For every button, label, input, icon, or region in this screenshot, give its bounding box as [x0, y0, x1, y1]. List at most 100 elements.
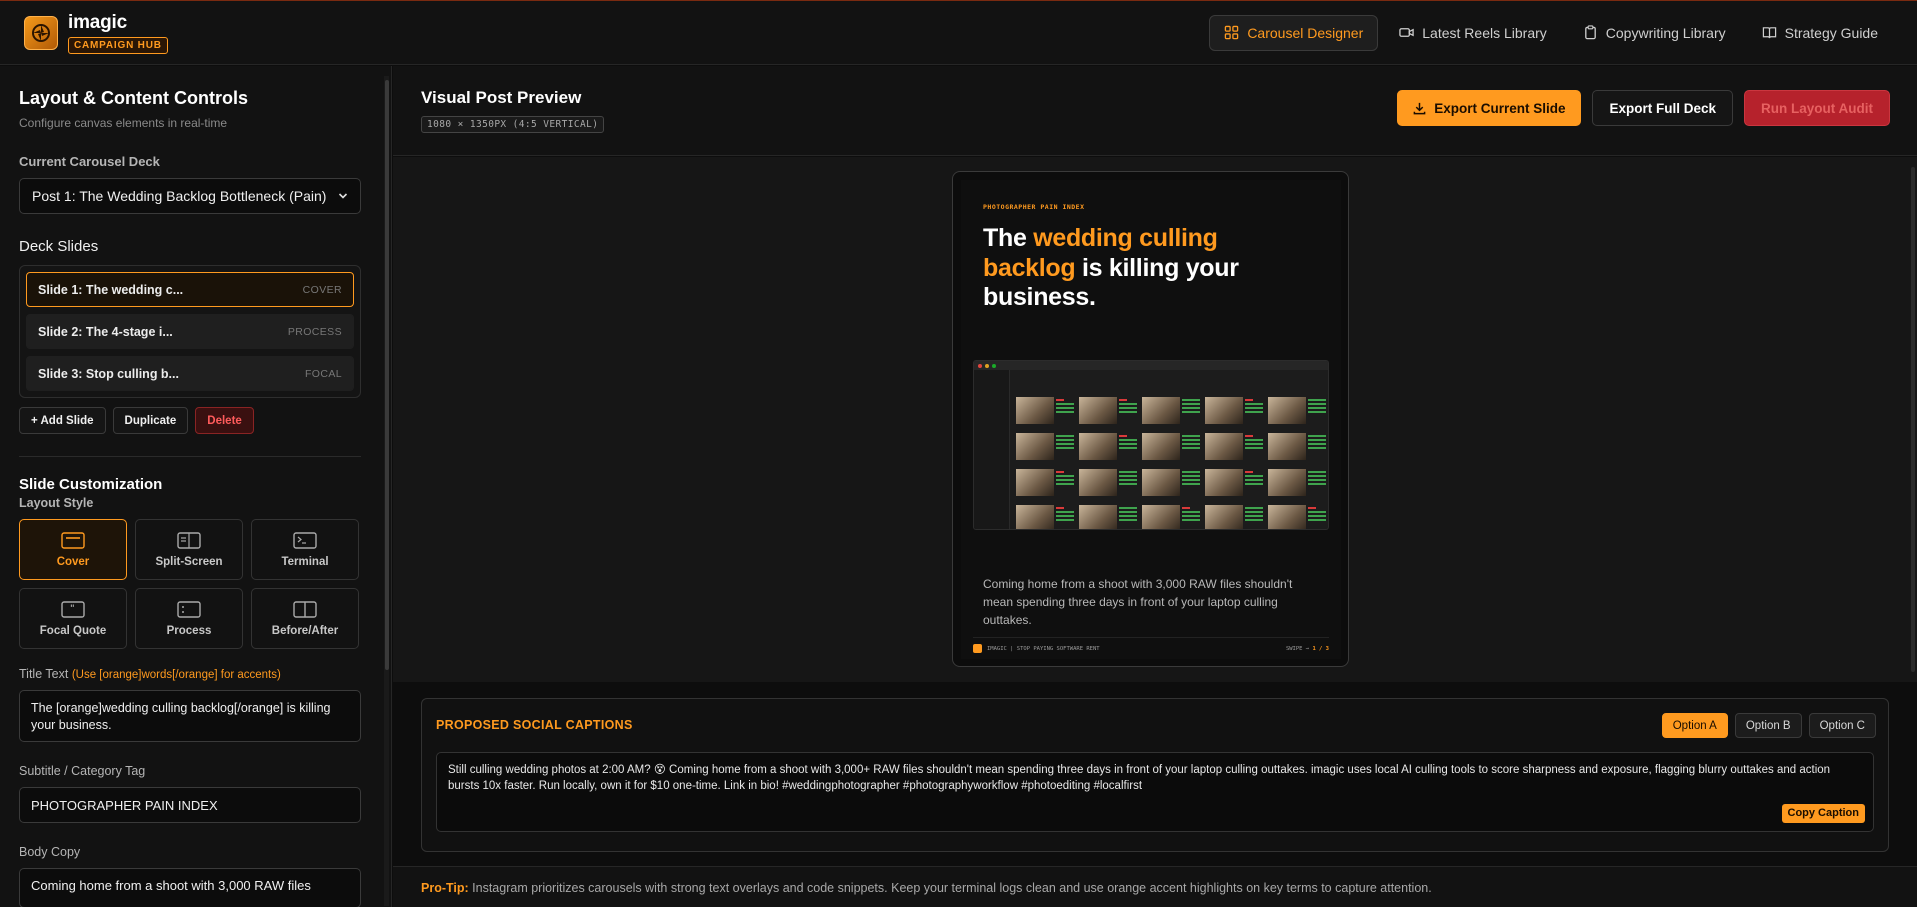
slide-item-1[interactable]: Slide 1: The wedding c... COVER — [26, 272, 354, 307]
layout-style-grid: Cover Split-Screen Terminal " Focal Quot… — [19, 519, 361, 649]
mockup-photo-thumb — [1079, 469, 1139, 496]
title-text-label-text: Title Text — [19, 667, 69, 681]
slide-category-tag: PHOTOGRAPHER PAIN INDEX — [983, 203, 1085, 211]
slide-body-copy: Coming home from a shoot with 3,000 RAW … — [983, 577, 1293, 627]
caption-option-b[interactable]: Option B — [1734, 713, 1802, 738]
app-screenshot-mockup — [973, 360, 1329, 530]
footer-logo-icon — [973, 644, 982, 653]
slide-item-3[interactable]: Slide 3: Stop culling b... FOCAL — [26, 356, 354, 391]
preview-dimensions-badge: 1080 × 1350PX (4:5 VERTICAL) — [421, 116, 605, 133]
pro-tip-bar: Pro-Tip: Instagram prioritizes carousels… — [393, 866, 1917, 907]
mockup-photo-thumb — [1268, 505, 1328, 529]
slides-list: Slide 1: The wedding c... COVER Slide 2:… — [19, 265, 361, 398]
nav-latest-reels-library[interactable]: Latest Reels Library — [1384, 15, 1562, 51]
layout-option-process[interactable]: Process — [135, 588, 243, 649]
layout-option-label: Terminal — [281, 555, 329, 568]
mockup-photo-thumb — [1079, 433, 1139, 460]
slide-footer: IMAGIC | STOP PAYING SOFTWARE RENT SWIPE… — [973, 637, 1329, 653]
nav-label: Strategy Guide — [1784, 24, 1878, 41]
layout-style-label: Layout Style — [19, 496, 94, 510]
nav-label: Latest Reels Library — [1422, 24, 1547, 41]
slide-item-tag: PROCESS — [287, 325, 342, 338]
title-text-label: Title Text (Use [orange]words[/orange] f… — [19, 667, 361, 681]
mockup-photo-thumb — [1142, 505, 1202, 529]
nav-label: Carousel Designer — [1247, 24, 1364, 41]
layout-option-terminal[interactable]: Terminal — [251, 519, 359, 580]
add-slide-button[interactable]: + Add Slide — [19, 407, 106, 434]
nav-strategy-guide[interactable]: Strategy Guide — [1747, 15, 1893, 51]
clipboard-icon — [1584, 25, 1596, 40]
title-text-hint: (Use [orange]words[/orange] for accents) — [71, 669, 281, 681]
slide-preview-frame: PHOTOGRAPHER PAIN INDEX The wedding cull… — [952, 171, 1349, 667]
deck-slides-heading: Deck Slides — [19, 238, 99, 255]
mockup-photo-thumb — [1079, 505, 1139, 529]
subtitle-input[interactable]: PHOTOGRAPHER PAIN INDEX — [19, 787, 361, 823]
split-screen-layout-icon — [177, 531, 201, 549]
preview-scrollbar[interactable] — [1911, 167, 1915, 672]
before-after-layout-icon — [293, 600, 317, 618]
mockup-photo-thumb — [1205, 433, 1265, 460]
caption-textarea[interactable]: Still culling wedding photos at 2:00 AM?… — [436, 752, 1874, 832]
captions-title: PROPOSED SOCIAL CAPTIONS — [436, 718, 633, 732]
slide-preview-canvas: PHOTOGRAPHER PAIN INDEX The wedding cull… — [961, 180, 1341, 659]
mockup-photo-thumb — [1205, 469, 1265, 496]
caption-text: Still culling wedding photos at 2:00 AM?… — [448, 764, 1831, 793]
sidebar-scrollbar-thumb[interactable] — [385, 80, 389, 670]
pro-tip-text: Instagram prioritizes carousels with str… — [468, 881, 1432, 895]
body-copy-label: Body Copy — [19, 845, 81, 859]
slide-item-label: Slide 3: Stop culling b... — [38, 366, 179, 381]
main-area: Visual Post Preview 1080 × 1350PX (4:5 V… — [393, 66, 1917, 907]
nav-carousel-designer[interactable]: Carousel Designer — [1209, 14, 1379, 51]
layout-option-split-screen[interactable]: Split-Screen — [135, 519, 243, 580]
delete-slide-button[interactable]: Delete — [195, 407, 254, 434]
mockup-photo-thumb — [1268, 469, 1328, 496]
body-copy-input[interactable]: Coming home from a shoot with 3,000 RAW … — [19, 868, 361, 907]
slide-item-2[interactable]: Slide 2: The 4-stage i... PROCESS — [26, 314, 354, 349]
mockup-titlebar — [974, 361, 1328, 370]
layout-option-before-after[interactable]: Before/After — [251, 588, 359, 649]
layout-option-cover[interactable]: Cover — [19, 519, 127, 580]
sidebar-divider — [19, 456, 361, 457]
layout-option-label: Before/After — [271, 624, 339, 637]
deck-select[interactable]: Post 1: The Wedding Backlog Bottleneck (… — [19, 178, 361, 214]
nav-copywriting-library[interactable]: Copywriting Library — [1568, 15, 1741, 51]
layout-option-focal-quote[interactable]: " Focal Quote — [19, 588, 127, 649]
layout-option-label: Split-Screen — [155, 555, 223, 568]
mockup-photo-thumb — [1268, 397, 1328, 424]
caption-option-a[interactable]: Option A — [1661, 713, 1728, 738]
mockup-photo-thumb — [1205, 505, 1265, 529]
export-current-slide-button[interactable]: Export Current Slide — [1397, 90, 1582, 126]
slide-item-label: Slide 1: The wedding c... — [38, 282, 184, 297]
controls-sidebar: Layout & Content Controls Configure canv… — [0, 66, 392, 907]
caption-option-c[interactable]: Option C — [1808, 713, 1876, 738]
imagic-logo-icon — [24, 15, 58, 50]
title-text-input[interactable]: The [orange]wedding culling backlog[/ora… — [19, 690, 361, 742]
main-nav: Carousel Designer Latest Reels Library C… — [1209, 14, 1893, 51]
mockup-photo-grid — [1016, 397, 1328, 529]
deck-select-value: Post 1: The Wedding Backlog Bottleneck (… — [32, 188, 327, 204]
book-icon — [1762, 27, 1776, 39]
mockup-photo-thumb — [1079, 397, 1139, 424]
slide-title: The wedding culling backlog is killing y… — [983, 224, 1283, 313]
sidebar-title: Layout & Content Controls — [19, 88, 248, 108]
mockup-photo-thumb — [1268, 433, 1328, 460]
caption-options: Option A Option B Option C — [1661, 713, 1876, 738]
mockup-photo-thumb — [1205, 397, 1265, 424]
mockup-photo-thumb — [1142, 433, 1202, 460]
mockup-photo-thumb — [1016, 469, 1076, 496]
video-icon — [1399, 28, 1414, 37]
customization-title: Slide Customization — [19, 476, 163, 493]
slide-footer-page: 1 / 3 — [1312, 645, 1329, 652]
mockup-sidebar — [974, 370, 1010, 529]
process-layout-icon — [177, 600, 201, 618]
slide-item-tag: COVER — [302, 283, 342, 296]
run-layout-audit-button[interactable]: Run Layout Audit — [1744, 90, 1890, 126]
preview-canvas-area: PHOTOGRAPHER PAIN INDEX The wedding cull… — [393, 157, 1917, 682]
preview-header: Visual Post Preview 1080 × 1350PX (4:5 V… — [393, 66, 1917, 156]
layout-option-label: Process — [166, 624, 212, 637]
slide-footer-brand: IMAGIC | STOP PAYING SOFTWARE RENT — [987, 645, 1100, 652]
mockup-photo-thumb — [1016, 397, 1076, 424]
copy-caption-button[interactable]: Copy Caption — [1781, 804, 1865, 823]
export-full-deck-button[interactable]: Export Full Deck — [1592, 90, 1734, 126]
duplicate-slide-button[interactable]: Duplicate — [112, 407, 189, 434]
